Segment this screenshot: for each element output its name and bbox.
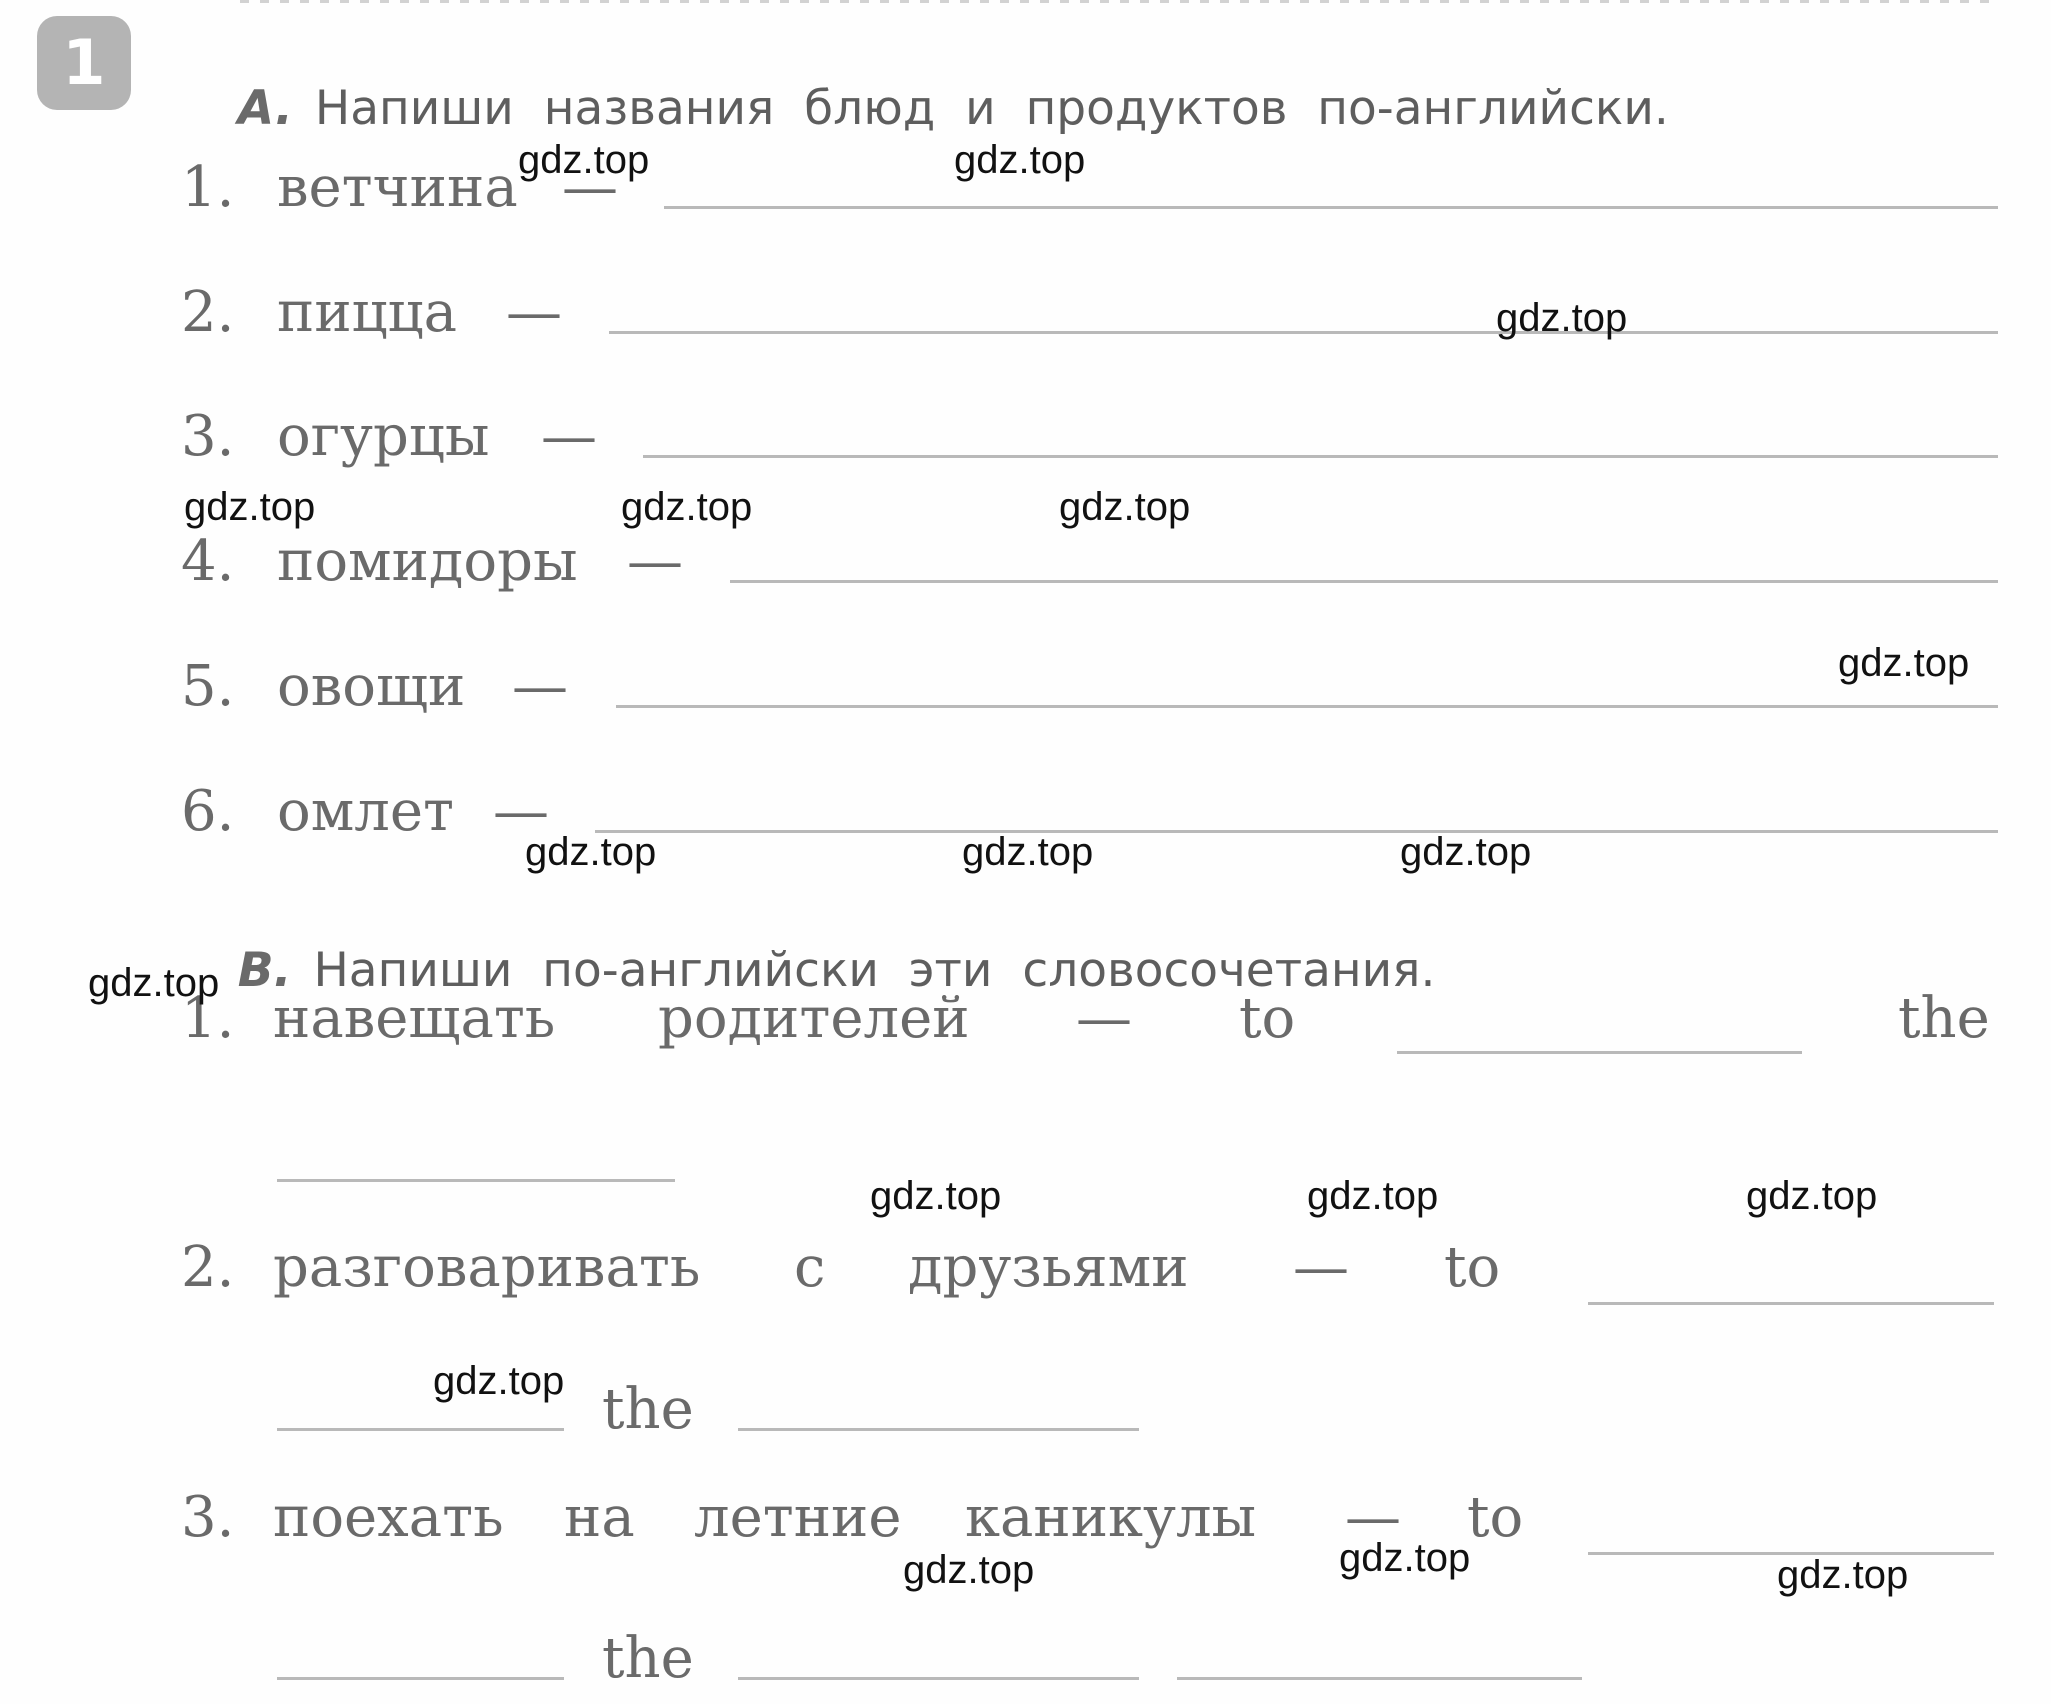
item-word: огурцы xyxy=(277,404,490,469)
watermark: gdz.top xyxy=(1838,641,1970,685)
item-dash: — xyxy=(627,529,683,594)
item-word: родителей xyxy=(658,986,970,1051)
answer-line[interactable] xyxy=(277,1677,564,1680)
watermark: gdz.top xyxy=(903,1548,1035,1592)
answer-line[interactable] xyxy=(730,580,1998,583)
item-dash: — xyxy=(1293,1235,1349,1300)
exercise-number-badge: 1 xyxy=(37,16,131,110)
item-number: 2. xyxy=(181,280,235,345)
watermark: gdz.top xyxy=(621,485,753,529)
answer-line[interactable] xyxy=(616,705,1998,708)
watermark: gdz.top xyxy=(954,138,1086,182)
item-number: 5. xyxy=(181,654,235,719)
answer-line[interactable] xyxy=(1397,1051,1802,1054)
item-the: the xyxy=(602,1626,694,1691)
watermark: gdz.top xyxy=(1496,296,1628,340)
item-word: разговаривать xyxy=(273,1235,701,1300)
item-word: навещать xyxy=(273,986,556,1051)
item-the: the xyxy=(1898,986,1990,1051)
answer-line[interactable] xyxy=(643,455,1998,458)
item-word: на xyxy=(564,1485,635,1550)
item-word: омлет xyxy=(277,779,454,844)
item-word: с xyxy=(794,1235,826,1300)
item-dash: — xyxy=(506,280,562,345)
answer-line[interactable] xyxy=(1177,1677,1582,1680)
watermark: gdz.top xyxy=(1339,1536,1471,1580)
item-number: 3. xyxy=(181,1485,235,1550)
item-number: 4. xyxy=(181,529,235,594)
watermark: gdz.top xyxy=(518,138,650,182)
answer-line[interactable] xyxy=(595,830,1998,833)
answer-line[interactable] xyxy=(664,206,1998,209)
item-dash: — xyxy=(512,654,568,719)
watermark: gdz.top xyxy=(184,485,316,529)
item-word: пицца xyxy=(277,280,458,345)
item-number: 1. xyxy=(181,155,235,220)
item-word: друзьями xyxy=(908,1235,1189,1300)
watermark: gdz.top xyxy=(962,830,1094,874)
item-word: поехать xyxy=(273,1485,504,1550)
answer-line[interactable] xyxy=(609,331,1998,334)
watermark: gdz.top xyxy=(433,1359,565,1403)
worksheet-page: 1 A. Напиши названия блюд и продуктов по-… xyxy=(0,0,2051,1704)
item-dash: — xyxy=(1076,986,1132,1051)
answer-line[interactable] xyxy=(277,1428,564,1431)
item-word: ветчина xyxy=(277,155,518,220)
item-dash: — xyxy=(541,404,597,469)
item-to: to xyxy=(1239,986,1296,1051)
watermark: gdz.top xyxy=(1307,1174,1439,1218)
answer-line[interactable] xyxy=(738,1677,1139,1680)
top-dashed-border xyxy=(240,0,2000,3)
item-to: to xyxy=(1467,1485,1524,1550)
item-word: помидоры xyxy=(277,529,578,594)
watermark: gdz.top xyxy=(1777,1553,1909,1597)
watermark: gdz.top xyxy=(1746,1174,1878,1218)
watermark: gdz.top xyxy=(1400,830,1532,874)
watermark: gdz.top xyxy=(1059,485,1191,529)
section-a-letter: A. xyxy=(237,81,293,136)
item-number: 6. xyxy=(181,779,235,844)
answer-line[interactable] xyxy=(277,1179,675,1182)
watermark: gdz.top xyxy=(525,830,657,874)
answer-line[interactable] xyxy=(738,1428,1139,1431)
item-number: 2. xyxy=(181,1235,235,1300)
section-a-instruction: Напиши названия блюд и продуктов по-англ… xyxy=(314,81,1669,136)
item-word: каникулы xyxy=(965,1485,1257,1550)
item-the: the xyxy=(602,1377,694,1442)
answer-line[interactable] xyxy=(1588,1302,1994,1305)
item-to: to xyxy=(1444,1235,1501,1300)
watermark: gdz.top xyxy=(88,961,220,1005)
watermark: gdz.top xyxy=(870,1174,1002,1218)
item-word: летние xyxy=(694,1485,902,1550)
item-word: овощи xyxy=(277,654,466,719)
item-number: 3. xyxy=(181,404,235,469)
